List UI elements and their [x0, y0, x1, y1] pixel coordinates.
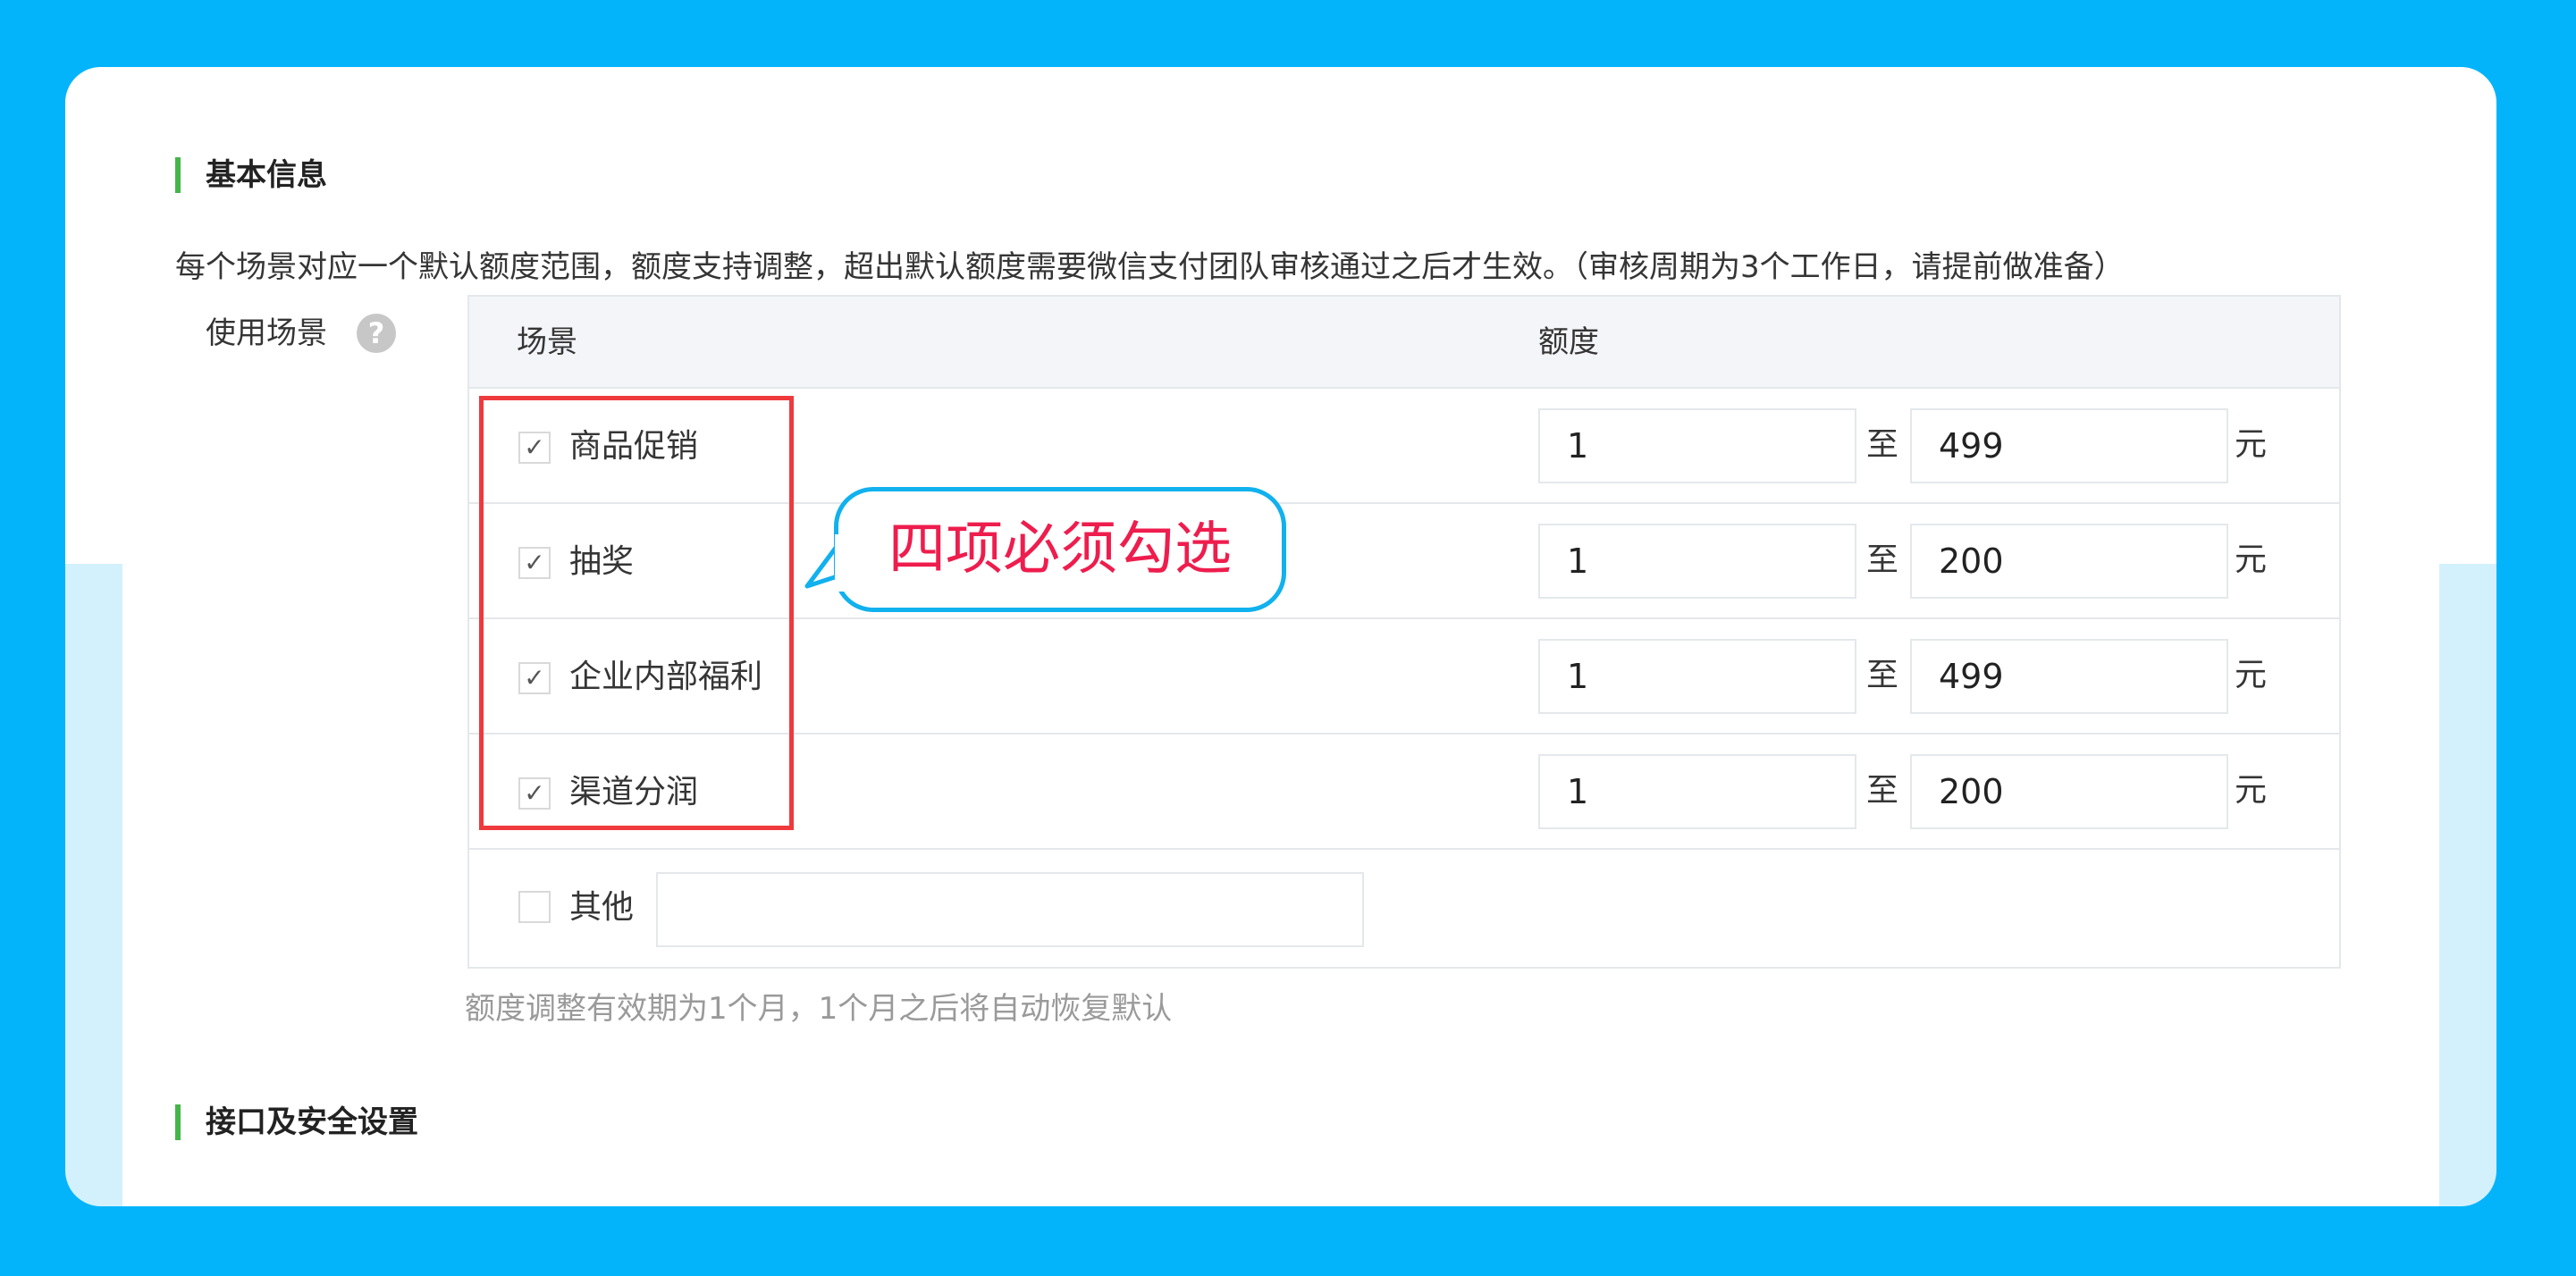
- section-description: 每个场景对应一个默认额度范围，额度支持调整，超出默认额度需要微信支付团队审核通过…: [175, 249, 2125, 285]
- unit-label: 元: [2235, 541, 2268, 578]
- quota-max-input[interactable]: 200: [1910, 754, 2228, 829]
- help-icon[interactable]: ?: [357, 314, 396, 353]
- quota-min-input[interactable]: 1: [1538, 754, 1856, 829]
- callout-bubble: 四项必须勾选: [834, 487, 1286, 612]
- unit-label: 元: [2235, 426, 2268, 463]
- field-label-scene: 使用场景: [206, 315, 327, 351]
- quota-min-input[interactable]: 1: [1538, 408, 1856, 483]
- section-title-api: 接口及安全设置: [206, 1104, 418, 1140]
- quota-hint: 额度调整有效期为1个月，1个月之后将自动恢复默认: [465, 991, 1173, 1027]
- unit-label: 元: [2235, 772, 2268, 809]
- other-checkbox[interactable]: [518, 891, 551, 923]
- range-separator: 至: [1866, 426, 1899, 463]
- highlight-box: [479, 396, 794, 830]
- section-marker: [175, 1104, 181, 1140]
- range-separator: 至: [1866, 657, 1899, 693]
- quota-min-input[interactable]: 1: [1538, 639, 1856, 714]
- quota-min-input[interactable]: 1: [1538, 524, 1856, 599]
- section-marker: [175, 157, 181, 193]
- header-quota: 额度: [1538, 324, 1599, 360]
- quota-max-input[interactable]: 499: [1910, 639, 2228, 714]
- range-separator: 至: [1866, 541, 1899, 578]
- range-separator: 至: [1866, 772, 1899, 809]
- quota-max-input[interactable]: 499: [1910, 408, 2228, 483]
- quota-max-input[interactable]: 200: [1910, 524, 2228, 599]
- other-label: 其他: [569, 889, 635, 926]
- callout-joint: [835, 534, 846, 592]
- table-header: 场景 额度: [469, 297, 2339, 389]
- table-row-other: 其他: [469, 850, 2339, 969]
- unit-label: 元: [2235, 657, 2268, 693]
- section-title-basic: 基本信息: [206, 157, 327, 193]
- header-scene: 场景: [517, 324, 577, 360]
- other-scene-input[interactable]: [656, 872, 1364, 947]
- callout-text: 四项必须勾选: [888, 516, 1232, 583]
